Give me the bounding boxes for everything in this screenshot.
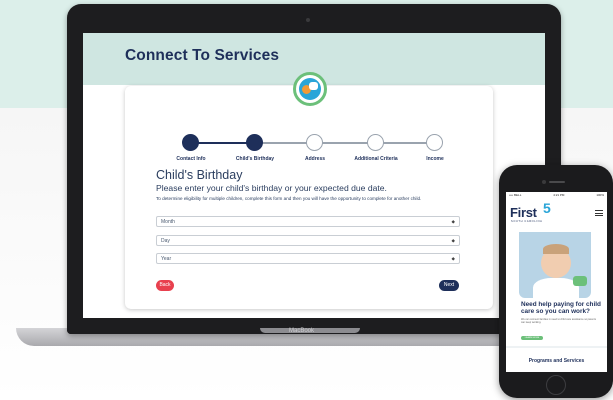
back-button[interactable]: Back (156, 280, 174, 291)
chevron-updown-icon: ◆ (451, 219, 455, 224)
month-select[interactable]: Month ◆ (156, 216, 460, 227)
phone-speaker (549, 181, 565, 183)
clock-text: 4:21 PM (553, 193, 565, 197)
month-select-value: Month (161, 219, 175, 225)
hero-headline: Need help paying for child care so you c… (521, 301, 601, 316)
step-dot-income[interactable] (426, 134, 443, 151)
day-select-value: Day (161, 238, 170, 244)
laptop-brand-label: MacBook (289, 328, 315, 334)
section-subheading: Please enter your child's birthday or yo… (156, 183, 387, 193)
page-title: Connect To Services (125, 47, 280, 64)
chevron-updown-icon: ◆ (451, 238, 455, 243)
step-label-address: Address (304, 156, 326, 162)
progress-stepper: Contact Info Child's Birthday Address Ad… (176, 134, 450, 164)
day-select[interactable]: Day ◆ (156, 235, 460, 246)
battery-text: 100% (596, 193, 604, 197)
year-select[interactable]: Year ◆ (156, 253, 460, 264)
chevron-updown-icon: ◆ (451, 256, 455, 261)
learn-more-button[interactable]: LEARN MORE (521, 336, 543, 340)
step-dot-address[interactable] (306, 134, 323, 151)
product-mockup-scene: MacBook Connect To Services Contact Info… (0, 0, 613, 400)
laptop-camera (306, 18, 310, 22)
section-divider (506, 346, 607, 348)
step-label-childs-birthday: Child's Birthday (235, 156, 275, 162)
carrier-text: •••• BELL (509, 193, 522, 197)
section-heading: Child's Birthday (156, 168, 243, 182)
step-dot-contact-info[interactable] (182, 134, 199, 151)
logo-word[interactable]: First (510, 205, 537, 220)
step-connector (255, 142, 435, 144)
step-label-income: Income (426, 156, 444, 162)
hero-body-text: We can connect families in need to child… (521, 318, 596, 325)
logo-number[interactable]: 5 (543, 200, 551, 216)
logo-subtitle: SOUTH CAROLINA (511, 220, 543, 223)
form-card: Contact Info Child's Birthday Address Ad… (125, 86, 493, 309)
speech-bubbles-icon (293, 72, 327, 106)
phone-screen: •••• BELL 4:21 PM 100% First 5 SOUTH CAR… (506, 192, 607, 372)
step-label-contact-info: Contact Info (176, 156, 206, 162)
laptop-screen: Connect To Services Contact Info Child's… (83, 33, 545, 318)
hero-image (519, 232, 591, 298)
programs-section-title: Programs and Services (528, 358, 585, 364)
eligibility-note: To determine eligibility for multiple ch… (156, 196, 422, 201)
step-dot-additional-criteria[interactable] (367, 134, 384, 151)
next-button[interactable]: Next (439, 280, 459, 291)
phone-status-bar: •••• BELL 4:21 PM 100% (506, 192, 607, 199)
phone-camera (542, 180, 546, 184)
hamburger-menu-icon[interactable] (595, 210, 603, 216)
step-dot-childs-birthday[interactable] (246, 134, 263, 151)
step-label-additional-criteria: Additional Criteria (354, 156, 398, 162)
phone-home-button[interactable] (546, 375, 566, 395)
year-select-value: Year (161, 256, 172, 262)
